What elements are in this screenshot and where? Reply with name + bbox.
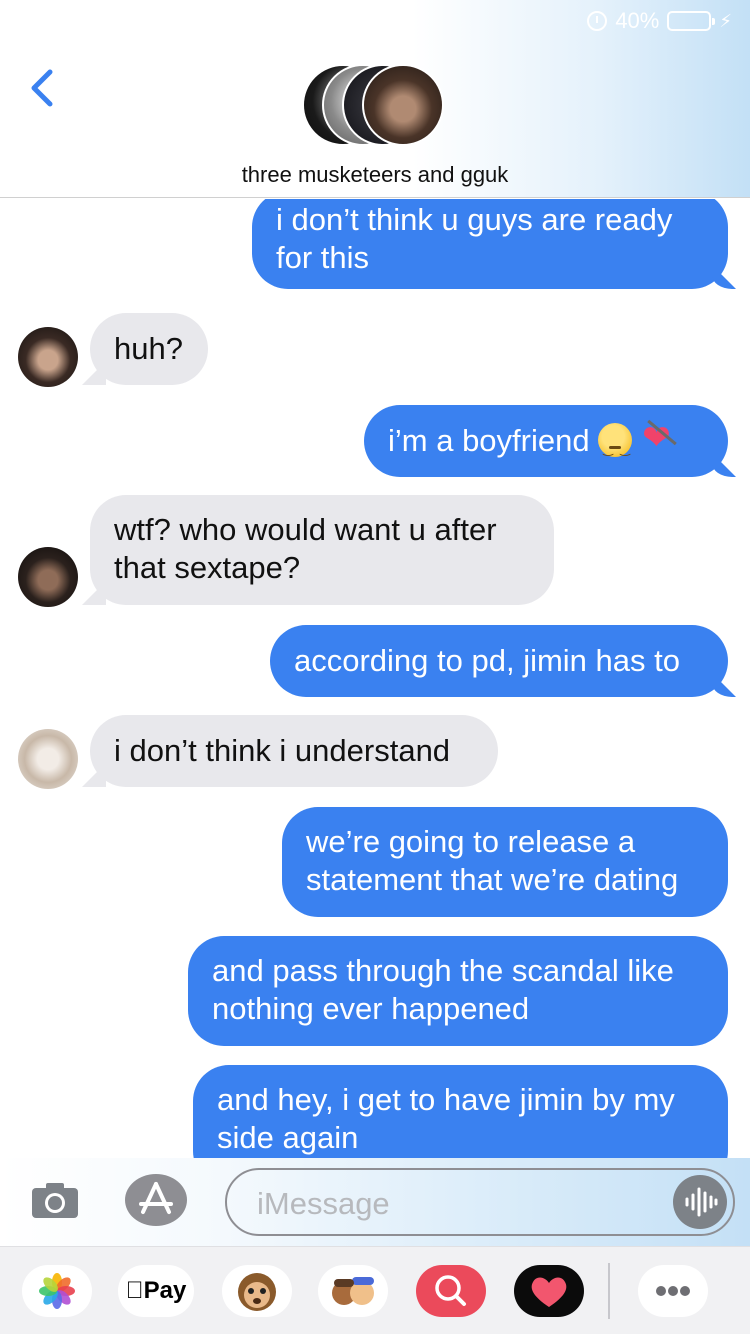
chevron-left-icon[interactable] [22, 66, 66, 110]
message-bubble-sent[interactable]: and hey, i get to have jimin by my side … [193, 1065, 728, 1159]
apple-pay-label: Pay [118, 1277, 194, 1305]
camera-icon[interactable] [30, 1180, 80, 1220]
apple-pay-icon[interactable]: Pay [118, 1265, 194, 1317]
pensive-face-icon [598, 423, 633, 468]
message-text: and pass through the scandal like nothin… [212, 953, 674, 1026]
bolt-icon: ⚡ [719, 10, 732, 31]
conversation-header: 40% ⚡ three musketeers and gguk [0, 0, 750, 198]
message-text: according to pd, jimin has to [294, 643, 680, 678]
avatar[interactable] [18, 547, 78, 607]
message-bubble-received[interactable]: wtf? who would want u after that sextape… [90, 495, 554, 605]
message-bubble-sent[interactable]: we’re going to release a statement that … [282, 807, 728, 917]
status-indicators: 40% ⚡ [587, 8, 732, 34]
message-bubble-received[interactable]: huh? [90, 313, 208, 385]
group-name[interactable]: three musketeers and gguk [0, 162, 750, 188]
animoji-icon[interactable] [222, 1265, 292, 1317]
message-text: and hey, i get to have jimin by my side … [217, 1082, 675, 1155]
message-thread[interactable]: i don’t think u guys are ready for this … [0, 199, 750, 1159]
apple-logo-icon:  [126, 1277, 144, 1304]
compose-bar: iMessage [0, 1158, 750, 1246]
audio-waveform-icon[interactable] [673, 1175, 727, 1229]
avatar[interactable] [18, 327, 78, 387]
apple-pay-text: Pay [134, 1277, 187, 1304]
memoji-icon[interactable] [318, 1265, 388, 1317]
battery-icon [667, 11, 716, 31]
group-avatars[interactable] [302, 62, 452, 148]
message-bubble-sent[interactable]: according to pd, jimin has to [270, 625, 728, 697]
message-text: i’m a boyfriend [388, 423, 590, 458]
message-text: wtf? who would want u after that sextape… [114, 512, 497, 585]
message-bubble-sent[interactable]: i’m a boyfriend [364, 405, 728, 477]
message-text: we’re going to release a statement that … [306, 824, 679, 897]
message-bubble-sent[interactable]: i don’t think u guys are ready for this [252, 199, 728, 289]
digital-touch-icon[interactable] [514, 1265, 584, 1317]
status-bar: 40% ⚡ [0, 0, 750, 40]
drawer-divider [608, 1263, 610, 1319]
app-drawer: Pay [0, 1246, 750, 1334]
photos-icon[interactable] [22, 1265, 92, 1317]
more-apps-icon[interactable] [638, 1265, 708, 1317]
battery-percent: 40% [615, 8, 660, 33]
input-placeholder: iMessage [257, 1186, 390, 1221]
images-search-icon[interactable] [416, 1265, 486, 1317]
message-text: huh? [114, 331, 183, 366]
message-bubble-received[interactable]: i don’t think i understand [90, 715, 498, 787]
alarm-clock-icon [587, 11, 608, 31]
message-text: i don’t think i understand [114, 733, 451, 768]
avatar[interactable] [18, 729, 78, 789]
imessage-input[interactable]: iMessage [225, 1168, 735, 1236]
message-text: i don’t think u guys are ready for this [276, 202, 673, 275]
app-store-icon[interactable] [125, 1174, 187, 1226]
heart-with-arrow-icon [642, 419, 676, 457]
avatar [362, 64, 444, 146]
message-bubble-sent[interactable]: and pass through the scandal like nothin… [188, 936, 728, 1046]
